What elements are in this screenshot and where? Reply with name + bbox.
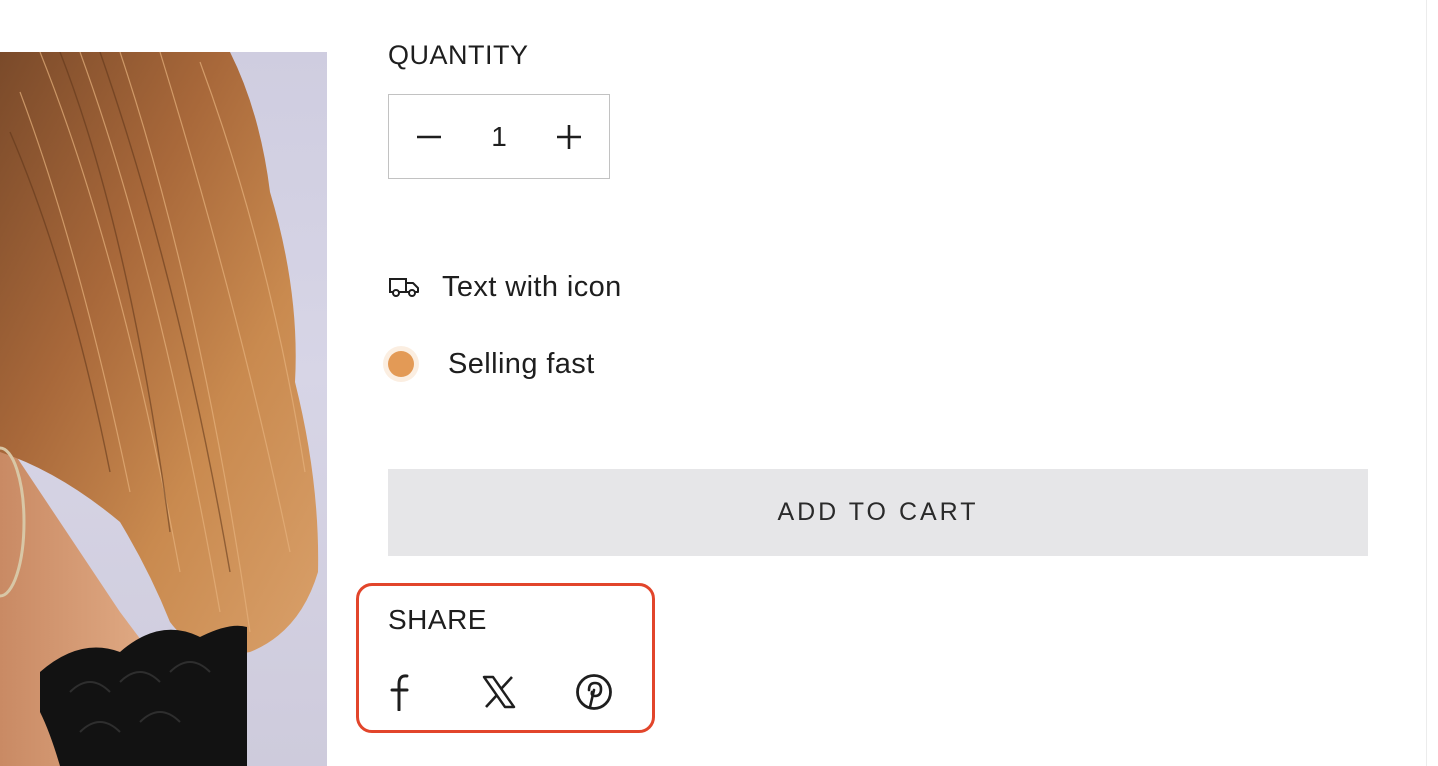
- stock-status: Selling fast: [388, 343, 595, 385]
- add-to-cart-button[interactable]: ADD TO CART: [388, 469, 1368, 556]
- quantity-stepper: 1: [388, 94, 610, 179]
- product-image[interactable]: [0, 52, 327, 766]
- shipping-text: Text with icon: [442, 270, 622, 303]
- quantity-input[interactable]: 1: [479, 121, 519, 153]
- minus-icon: [417, 135, 441, 138]
- x-icon: [482, 675, 516, 709]
- pinterest-icon: [576, 674, 612, 710]
- stock-indicator-dot: [388, 351, 414, 377]
- x-share-link[interactable]: [482, 670, 516, 714]
- facebook-icon: [390, 674, 409, 711]
- stock-text: Selling fast: [448, 347, 595, 380]
- decrease-quantity-button[interactable]: [389, 95, 469, 178]
- product-page: QUANTITY 1 Text with icon Selling fast A…: [0, 0, 1438, 766]
- quantity-label: QUANTITY: [388, 40, 529, 70]
- facebook-share-link[interactable]: [388, 670, 416, 714]
- share-icons: [388, 670, 618, 714]
- shipping-info: Text with icon: [388, 266, 622, 308]
- page-divider: [1426, 0, 1427, 766]
- truck-icon: [388, 274, 420, 300]
- plus-icon: [557, 124, 581, 149]
- share-label: SHARE: [388, 604, 487, 635]
- pinterest-share-link[interactable]: [575, 670, 613, 714]
- increase-quantity-button[interactable]: [529, 95, 609, 178]
